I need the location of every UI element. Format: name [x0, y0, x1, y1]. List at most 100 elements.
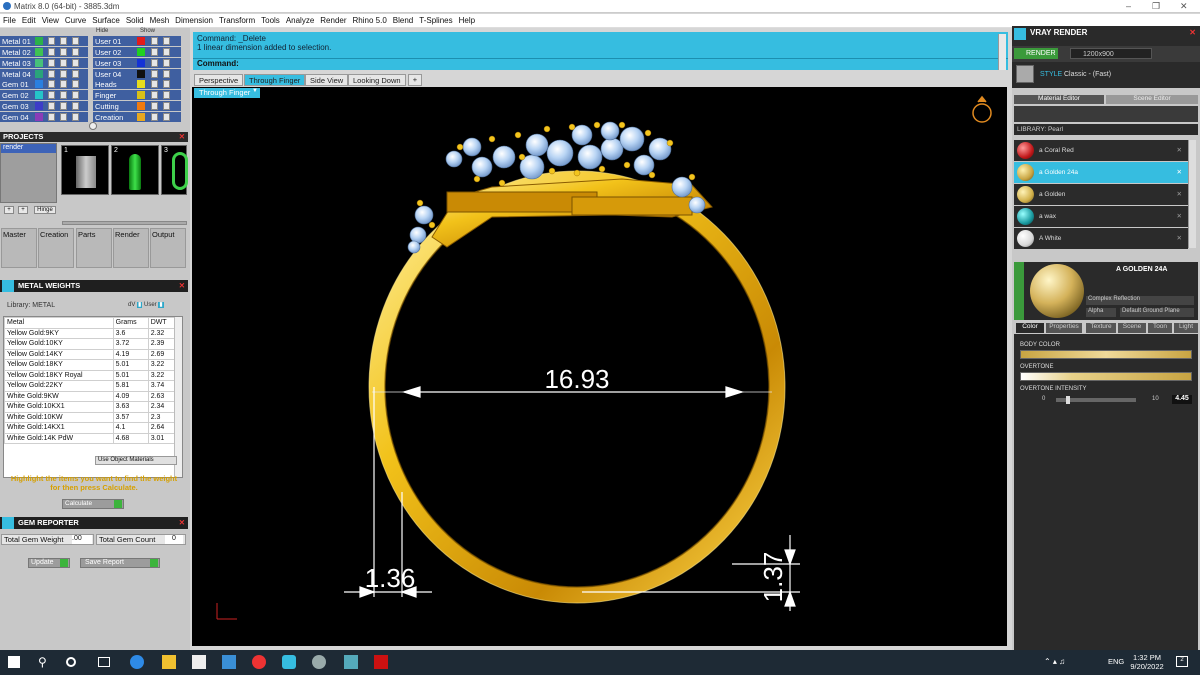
table-row[interactable]: Yellow Gold:10KY 3.72 2.39 — [4, 338, 178, 350]
layer-gem-02[interactable]: Gem 02 — [0, 90, 88, 100]
language-indicator[interactable]: ENG — [1108, 657, 1124, 666]
minimize-icon[interactable]: – — [1126, 1, 1131, 11]
project-add-button[interactable]: + — [4, 206, 14, 214]
preview-expand-icon[interactable] — [1014, 262, 1024, 320]
save-report-button[interactable]: Save Report — [80, 558, 160, 568]
tab-through-finger[interactable]: Through Finger — [244, 74, 306, 86]
use-object-materials-button[interactable]: Use Object Materials — [95, 456, 177, 465]
category-creation[interactable]: Creation — [38, 228, 74, 268]
task-view-icon[interactable] — [66, 657, 76, 667]
table-row[interactable]: White Gold:10KW 3.57 2.3 — [4, 411, 178, 423]
menu-render[interactable]: Render — [317, 14, 349, 27]
tab-toon[interactable]: Toon — [1148, 323, 1172, 333]
layer-creation[interactable]: Creation — [93, 112, 181, 122]
hide-label[interactable]: Hide — [96, 28, 118, 34]
material-item[interactable]: A White ✕ — [1014, 228, 1188, 249]
mail-icon[interactable] — [222, 655, 236, 669]
category-master[interactable]: Master — [1, 228, 37, 268]
layer-cutting[interactable]: Cutting — [93, 101, 181, 111]
project-thumb-1[interactable]: 1 — [61, 145, 109, 195]
tab-color[interactable]: Color — [1016, 323, 1044, 333]
update-button[interactable]: Update — [28, 558, 70, 568]
menu-view[interactable]: View — [39, 14, 62, 27]
menu-file[interactable]: File — [0, 14, 19, 27]
edge-icon[interactable] — [130, 655, 144, 669]
file-explorer-icon[interactable] — [162, 655, 176, 669]
metal-weights-table[interactable]: Metal Grams DWT Yellow Gold:9KY 3.6 2.32 Y… — [3, 316, 183, 478]
menu-tsplines[interactable]: T-Splines — [416, 14, 455, 27]
table-row[interactable]: Yellow Gold:18KY Royal 5.01 3.22 — [4, 369, 178, 381]
search-icon[interactable]: ⚲ — [38, 655, 52, 669]
tab-scene[interactable]: Scene — [1118, 323, 1146, 333]
col-dwt[interactable]: DWT — [147, 317, 178, 329]
col-metal[interactable]: Metal — [4, 317, 114, 329]
menu-mesh[interactable]: Mesh — [147, 14, 173, 27]
viewport[interactable]: Through Finger ▼ 16.93 1.36 1.37 — [192, 87, 1007, 646]
resolution-field[interactable]: 1200x900 — [1070, 48, 1152, 59]
tab-scene-editor[interactable]: Scene Editor — [1106, 95, 1198, 104]
material-toolbar[interactable] — [1014, 106, 1198, 122]
project-item-render[interactable]: render — [1, 144, 56, 153]
layer-finger[interactable]: Finger — [93, 90, 181, 100]
menu-rhino[interactable]: Rhino 5.0 — [350, 14, 390, 27]
menu-curve[interactable]: Curve — [62, 14, 89, 27]
layers-toggle-icon[interactable] — [89, 122, 97, 130]
clock[interactable]: 1:32 PM 9/20/2022 — [1130, 653, 1164, 671]
overtone-slider[interactable] — [1020, 372, 1192, 381]
table-row[interactable]: White Gold:14KX1 4.1 2.64 — [4, 422, 178, 434]
ground-plane-dropdown[interactable]: Default Ground Plane — [1120, 308, 1194, 317]
table-row[interactable]: White Gold:10KX1 3.63 2.34 — [4, 401, 178, 413]
alpha-toggle[interactable]: Alpha — [1086, 308, 1116, 317]
tab-light[interactable]: Light — [1174, 323, 1198, 333]
category-output[interactable]: Output — [150, 228, 186, 268]
project-thumb-2[interactable]: 2 — [111, 145, 159, 195]
table-row[interactable]: White Gold:14K PdW 4.68 3.01 — [4, 432, 178, 444]
layer-user-01[interactable]: User 01 — [93, 36, 181, 46]
menu-analyze[interactable]: Analyze — [283, 14, 317, 27]
show-label[interactable]: Show — [140, 28, 162, 34]
body-color-slider[interactable] — [1020, 350, 1192, 359]
layer-metal-04[interactable]: Metal 04 — [0, 69, 88, 79]
app-icon-3[interactable] — [374, 655, 388, 669]
menu-blend[interactable]: Blend — [390, 14, 416, 27]
tab-material-editor[interactable]: Material Editor — [1014, 95, 1104, 104]
category-render[interactable]: Render — [113, 228, 149, 268]
layer-metal-02[interactable]: Metal 02 — [0, 47, 88, 57]
add-tab-button[interactable]: + — [408, 74, 422, 86]
intensity-value[interactable]: 4.45 — [1172, 395, 1192, 404]
library-switch[interactable]: dV ▮ User ▮ — [128, 301, 184, 310]
layer-gem-03[interactable]: Gem 03 — [0, 101, 88, 111]
menu-solid[interactable]: Solid — [123, 14, 147, 27]
multitask-icon[interactable] — [98, 657, 110, 667]
material-item-selected[interactable]: a Golden 24a ✕ — [1014, 162, 1188, 183]
menu-transform[interactable]: Transform — [216, 14, 258, 27]
chrome-icon[interactable] — [252, 655, 266, 669]
materials-scrollbar[interactable] — [1188, 140, 1196, 248]
menu-help[interactable]: Help — [456, 14, 478, 27]
table-row[interactable]: Yellow Gold:18KY 5.01 3.22 — [4, 359, 178, 371]
calculate-button[interactable]: Calculate — [62, 499, 124, 509]
layer-metal-03[interactable]: Metal 03 — [0, 58, 88, 68]
tab-texture[interactable]: Texture — [1086, 323, 1116, 333]
project-add-button-2[interactable]: + — [18, 206, 28, 214]
reflection-dropdown[interactable]: Complex Reflection — [1086, 296, 1194, 305]
layer-gem-04[interactable]: Gem 04 — [0, 112, 88, 122]
projects-scrollbar[interactable] — [62, 221, 187, 225]
rhino-icon[interactable] — [312, 655, 326, 669]
table-row[interactable]: Yellow Gold:14KY 4.19 2.69 — [4, 348, 178, 360]
command-prompt-bar[interactable]: Command: — [193, 58, 1008, 69]
category-parts[interactable]: Parts — [76, 228, 112, 268]
table-row[interactable]: White Gold:9KW 4.09 2.63 — [4, 390, 178, 402]
projects-list[interactable]: render — [0, 143, 57, 203]
tab-perspective[interactable]: Perspective — [194, 74, 244, 86]
menu-tools[interactable]: Tools — [258, 14, 283, 27]
menu-surface[interactable]: Surface — [89, 14, 123, 27]
hinge-button[interactable]: Hinge — [34, 206, 56, 214]
intensity-slider[interactable] — [1056, 396, 1136, 404]
layer-user-04[interactable]: User 04 — [93, 69, 181, 79]
table-scrollbar[interactable] — [174, 317, 182, 477]
style-value[interactable]: Classic - (Fast) — [1064, 71, 1111, 78]
material-item[interactable]: a Coral Red ✕ — [1014, 140, 1188, 161]
tab-looking-down[interactable]: Looking Down — [348, 74, 406, 86]
matrix-app-icon[interactable] — [282, 655, 296, 669]
